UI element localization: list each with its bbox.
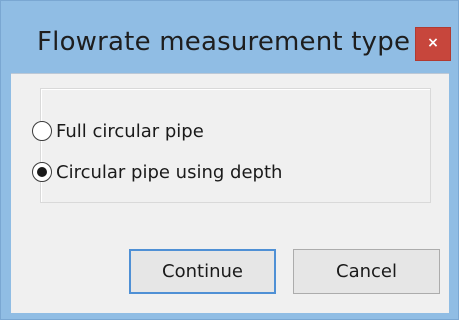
radio-button-checked[interactable]: [32, 162, 52, 182]
continue-button[interactable]: Continue: [129, 249, 276, 294]
radio-circular-pipe-using-depth[interactable]: Circular pipe using depth: [32, 159, 282, 185]
dialog-window: Flowrate measurement type × Full circula…: [0, 0, 459, 320]
close-icon: ×: [427, 35, 439, 51]
radio-full-circular-pipe[interactable]: Full circular pipe: [32, 118, 204, 144]
radio-label: Full circular pipe: [56, 120, 204, 142]
dialog-body: Full circular pipe Circular pipe using d…: [11, 73, 449, 313]
radio-selected-dot: [37, 167, 47, 177]
dialog-title: Flowrate measurement type: [37, 27, 411, 57]
close-button[interactable]: ×: [415, 27, 451, 61]
radio-button-unchecked[interactable]: [32, 121, 52, 141]
cancel-button[interactable]: Cancel: [293, 249, 440, 294]
radio-label: Circular pipe using depth: [56, 161, 283, 183]
title-bar[interactable]: Flowrate measurement type ×: [1, 1, 458, 83]
measurement-type-group: [40, 88, 431, 203]
